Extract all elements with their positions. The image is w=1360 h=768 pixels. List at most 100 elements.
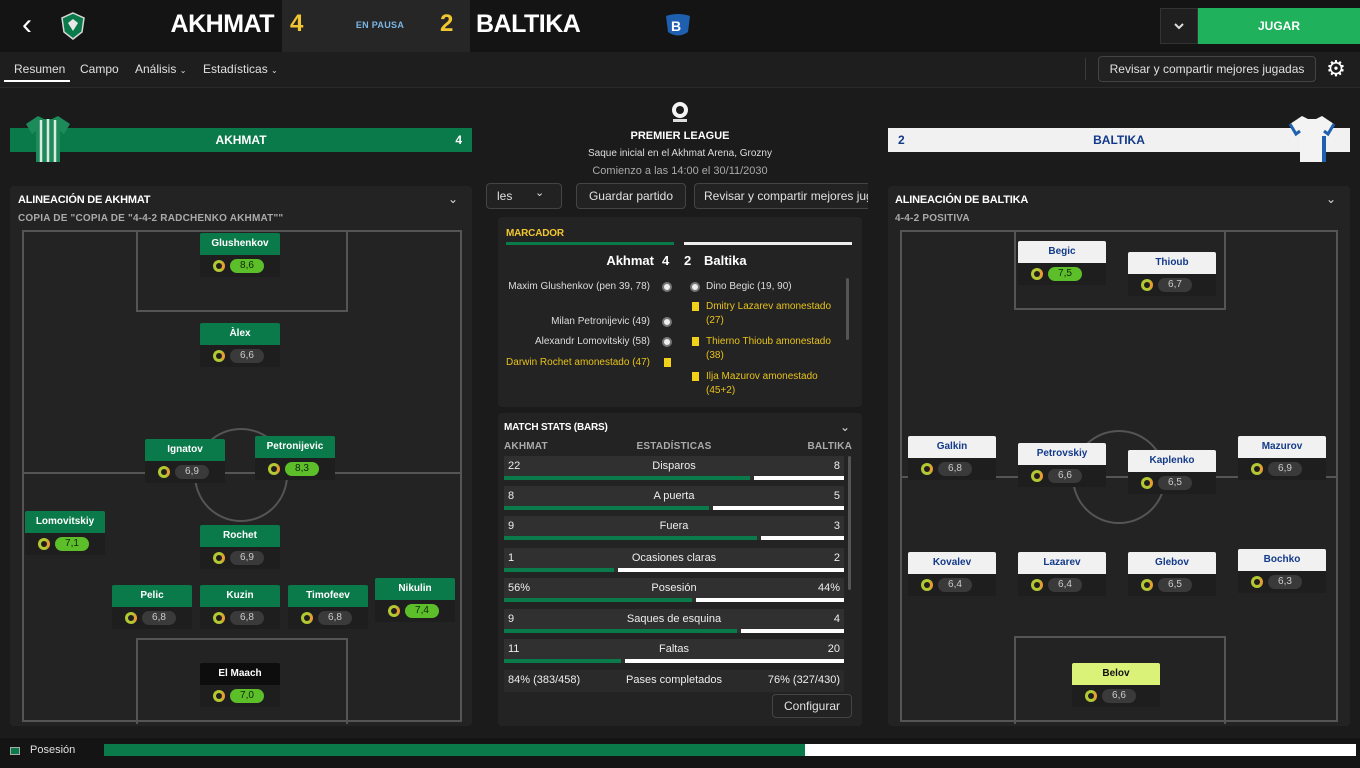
- player-name: Glebov: [1128, 552, 1216, 574]
- away-banner-name: BALTIKA: [1093, 133, 1145, 147]
- passes-row: 84% (383/458) Pases completados 76% (327…: [504, 670, 844, 692]
- away-team-name: BALTIKA: [476, 10, 581, 38]
- form-ring-icon: [1031, 268, 1043, 280]
- play-options-dropdown[interactable]: [1160, 8, 1198, 44]
- home-event: Maxim Glushenkov (pen 39, 78): [508, 281, 650, 292]
- player-card[interactable]: Àlex 6,6: [200, 323, 280, 367]
- player-card[interactable]: Timofeev 6,8: [288, 585, 368, 629]
- possession-track: [104, 744, 1356, 756]
- player-card[interactable]: Galkin 6,8: [908, 436, 996, 480]
- player-card[interactable]: Kaplenko 6,5: [1128, 450, 1216, 494]
- stat-label: Saques de esquina: [626, 613, 722, 625]
- stat-home-value: 56%: [508, 582, 531, 594]
- player-card[interactable]: Lomovitskiy 7,1: [25, 511, 105, 555]
- chevron-down-icon[interactable]: ⌄: [840, 420, 850, 434]
- divider: [1085, 58, 1086, 80]
- away-event: Dino Begic (19, 90): [706, 281, 792, 292]
- stat-label: Posesión: [651, 582, 697, 594]
- possession-home-fill: [104, 744, 806, 756]
- configure-button[interactable]: Configurar: [772, 694, 852, 718]
- player-card[interactable]: Kuzin 6,8: [200, 585, 280, 629]
- form-ring-icon: [213, 260, 225, 272]
- player-card[interactable]: Glushenkov 8,6: [200, 233, 280, 277]
- tab-campo[interactable]: Campo: [80, 62, 119, 76]
- gear-icon[interactable]: ⚙: [1322, 56, 1350, 82]
- stats-scrollbar[interactable]: [848, 456, 851, 590]
- review-highlights-button-2[interactable]: Revisar y compartir mejores jugadas: [694, 183, 868, 209]
- player-card[interactable]: Mazurov 6,9: [1238, 436, 1326, 480]
- player-card[interactable]: Lazarev 6,4: [1018, 552, 1106, 596]
- akhmat-crest-icon: [61, 12, 85, 40]
- tab-estadisticas[interactable]: Estadísticas ⌄: [203, 62, 278, 76]
- yellow-card-icon: [664, 358, 671, 367]
- away-lineup-title: ALINEACIÓN DE BALTIKA: [895, 194, 1029, 206]
- player-card[interactable]: Nikulin 7,4: [375, 578, 455, 622]
- player-card[interactable]: Rochet 6,9: [200, 525, 280, 569]
- options-dropdown[interactable]: les ⌄: [486, 183, 562, 209]
- stat-away-value: 3: [833, 520, 840, 532]
- player-card[interactable]: Ignatov 6,9: [145, 439, 225, 483]
- stat-row: 22 Disparos 8: [504, 456, 844, 480]
- player-name: Galkin: [908, 436, 996, 458]
- scoreboard-scrollbar[interactable]: [846, 278, 849, 340]
- scoreboard-title: MARCADOR: [506, 228, 564, 239]
- venue-text: Saque inicial en el Akhmat Arena, Grozny: [588, 148, 772, 159]
- player-card[interactable]: Bochko 6,3: [1238, 549, 1326, 593]
- player-card[interactable]: Petrovskiy 6,6: [1018, 443, 1106, 487]
- stat-home-bar: [504, 598, 693, 602]
- player-name: Begic: [1018, 241, 1106, 263]
- review-highlights-button[interactable]: Revisar y compartir mejores jugadas: [1098, 56, 1316, 82]
- chevron-down-icon[interactable]: ⌄: [448, 192, 458, 206]
- form-ring-icon: [1141, 579, 1153, 591]
- player-rating: 7,1: [55, 537, 89, 551]
- tab-analisis[interactable]: Análisis ⌄: [135, 62, 186, 76]
- stats-home-header: AKHMAT: [504, 441, 548, 452]
- player-name: Àlex: [200, 323, 280, 345]
- back-arrow-icon[interactable]: ‹: [14, 10, 40, 40]
- save-match-button[interactable]: Guardar partido: [576, 183, 686, 209]
- away-event: Dmitry Lazarev amonestado (27): [706, 301, 832, 326]
- player-rating: 6,7: [1158, 278, 1192, 292]
- home-kit-icon: [26, 116, 70, 162]
- player-card[interactable]: Petronijevic 8,3: [255, 436, 335, 480]
- match-status: EN PAUSA: [355, 20, 405, 30]
- player-name: Ignatov: [145, 439, 225, 461]
- player-rating: 6,9: [1268, 462, 1302, 476]
- home-event: Alexandr Lomovitskiy (58): [534, 336, 650, 347]
- player-name: Petronijevic: [255, 436, 335, 458]
- chevron-down-icon[interactable]: ⌄: [1326, 192, 1336, 206]
- play-button[interactable]: JUGAR: [1198, 8, 1360, 44]
- player-name: Kuzin: [200, 585, 280, 607]
- form-ring-icon: [213, 612, 225, 624]
- form-ring-icon: [388, 605, 400, 617]
- player-card[interactable]: Glebov 6,5: [1128, 552, 1216, 596]
- player-card[interactable]: Pelic 6,8: [112, 585, 192, 629]
- tab-analisis-label: Análisis: [135, 62, 177, 76]
- stats-center-header: ESTADÍSTICAS: [636, 441, 712, 452]
- home-lineup-title: ALINEACIÓN DE AKHMAT: [18, 194, 151, 206]
- player-card[interactable]: El Maach 7,0: [200, 663, 280, 707]
- player-card[interactable]: Kovalev 6,4: [908, 552, 996, 596]
- stat-row: 11 Faltas 20: [504, 639, 844, 663]
- form-ring-icon: [1251, 576, 1263, 588]
- stats-away-header: BALTIKA: [807, 441, 852, 452]
- form-ring-icon: [921, 463, 933, 475]
- svg-text:B: B: [671, 18, 681, 34]
- goal-ball-icon: [690, 282, 700, 292]
- stat-row: 9 Saques de esquina 4: [504, 609, 844, 633]
- player-card[interactable]: Begic 7,5: [1018, 241, 1106, 285]
- player-card[interactable]: Thioub 6,7: [1128, 252, 1216, 296]
- player-rating: 8,3: [285, 462, 319, 476]
- stat-home-value: 1: [508, 552, 515, 564]
- tab-resumen[interactable]: Resumen: [14, 62, 65, 76]
- league-name: PREMIER LEAGUE: [630, 130, 730, 142]
- form-ring-icon: [921, 579, 933, 591]
- player-card[interactable]: Belov 6,6: [1072, 663, 1160, 707]
- stat-away-bar: [696, 598, 844, 602]
- player-name: Thioub: [1128, 252, 1216, 274]
- home-event: Darwin Rochet amonestado (47): [506, 357, 650, 368]
- player-name: Rochet: [200, 525, 280, 547]
- stat-away-bar: [761, 536, 844, 540]
- form-ring-icon: [125, 612, 137, 624]
- home-banner: AKHMAT 4: [10, 128, 472, 152]
